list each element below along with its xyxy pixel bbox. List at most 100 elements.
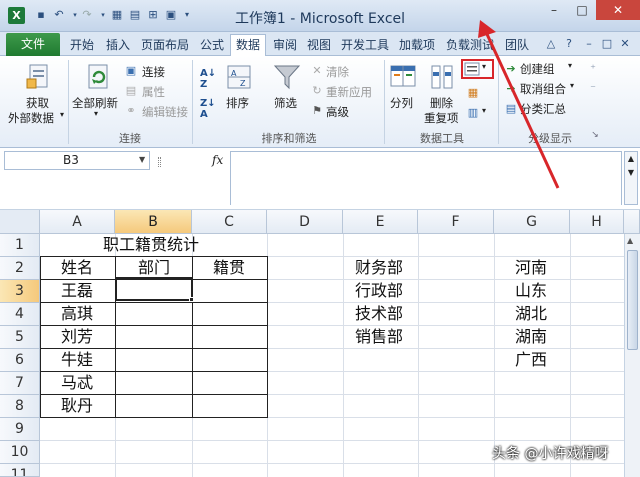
active-cell-b3[interactable] bbox=[115, 277, 193, 301]
table-title-cell[interactable]: 职工籍贯统计 bbox=[103, 234, 199, 256]
column-header-f[interactable]: F bbox=[418, 210, 494, 234]
header-name-cell[interactable]: 姓名 bbox=[61, 257, 93, 279]
row-header-10[interactable]: 10 bbox=[0, 441, 40, 464]
row-header-7[interactable]: 7 bbox=[0, 372, 40, 395]
table-border bbox=[40, 417, 267, 418]
row-header-6[interactable]: 6 bbox=[0, 349, 40, 372]
group-label-connections: 连接 bbox=[119, 132, 141, 145]
workbook-restore-icon[interactable]: □ bbox=[600, 37, 614, 51]
get-external-data-icon bbox=[26, 64, 48, 89]
row-header-8[interactable]: 8 bbox=[0, 395, 40, 418]
get-external-data-dropdown-icon[interactable]: ▾ bbox=[60, 110, 64, 119]
province-cell[interactable]: 湖南 bbox=[515, 326, 547, 348]
expand-formula-bar-icon[interactable]: ▲ ▼ bbox=[624, 151, 638, 205]
department-cell[interactable]: 财务部 bbox=[355, 257, 403, 279]
reapply-icon: ↻ bbox=[312, 84, 322, 97]
row-header-5[interactable]: 5 bbox=[0, 326, 40, 349]
province-cell[interactable]: 河南 bbox=[515, 257, 547, 279]
tab-review[interactable]: 审阅 bbox=[268, 36, 302, 56]
tab-developer[interactable]: 开发工具 bbox=[336, 36, 394, 56]
workbook-close-icon[interactable]: ✕ bbox=[618, 37, 632, 51]
tab-insert[interactable]: 插入 bbox=[100, 36, 136, 56]
row-header-2[interactable]: 2 bbox=[0, 257, 40, 280]
advanced-filter-icon: ⚑ bbox=[312, 104, 322, 117]
name-cell[interactable]: 刘芳 bbox=[61, 326, 93, 348]
scrollbar-thumb[interactable] bbox=[627, 250, 638, 350]
remove-duplicates-label-2[interactable]: 重复项 bbox=[424, 110, 459, 126]
insert-function-icon[interactable]: fx bbox=[212, 153, 223, 167]
tab-data[interactable]: 数据 bbox=[230, 34, 266, 57]
tab-file[interactable]: 文件 bbox=[6, 33, 60, 56]
get-external-data-label-2[interactable]: 外部数据 bbox=[8, 110, 54, 126]
show-detail-icon[interactable]: ⁺ bbox=[586, 62, 600, 76]
watermark-text: 头条 @小许戏精呀 bbox=[492, 446, 609, 462]
sort-icon: A Z bbox=[227, 65, 251, 89]
tab-page-layout[interactable]: 页面布局 bbox=[136, 36, 194, 56]
fill-handle[interactable] bbox=[189, 297, 194, 302]
edit-links-button[interactable]: 编辑链接 bbox=[142, 104, 188, 120]
province-cell[interactable]: 山东 bbox=[515, 280, 547, 302]
department-cell[interactable]: 销售部 bbox=[355, 326, 403, 348]
minimize-button[interactable]: – bbox=[540, 0, 568, 20]
group-separator bbox=[384, 60, 385, 144]
split-box[interactable] bbox=[624, 210, 640, 234]
name-cell[interactable]: 耿丹 bbox=[61, 395, 93, 417]
column-header-g[interactable]: G bbox=[494, 210, 570, 234]
province-cell[interactable]: 湖北 bbox=[515, 303, 547, 325]
department-cell[interactable]: 技术部 bbox=[355, 303, 403, 325]
column-header-d[interactable]: D bbox=[267, 210, 343, 234]
properties-button[interactable]: 属性 bbox=[142, 84, 165, 100]
name-box[interactable]: B3 bbox=[4, 151, 150, 170]
column-header-c[interactable]: C bbox=[192, 210, 267, 234]
tab-formulas[interactable]: 公式 bbox=[194, 36, 230, 56]
maximize-button[interactable]: □ bbox=[568, 0, 596, 20]
name-box-dropdown-icon[interactable]: ▼ bbox=[139, 155, 145, 164]
sort-descending-icon[interactable]: Z↓ A bbox=[200, 98, 216, 120]
name-cell[interactable]: 牛娃 bbox=[61, 349, 93, 371]
workbook-minimize-icon[interactable]: – bbox=[582, 37, 596, 51]
get-external-data-label-1[interactable]: 获取 bbox=[26, 95, 49, 111]
name-cell[interactable]: 王磊 bbox=[61, 280, 93, 302]
table-border bbox=[267, 256, 268, 418]
clear-icon: ✕ bbox=[312, 64, 322, 77]
tab-add-ins[interactable]: 加载项 bbox=[394, 36, 440, 56]
column-header-e[interactable]: E bbox=[343, 210, 418, 234]
header-dept-cell[interactable]: 部门 bbox=[138, 257, 170, 279]
dialog-launcher-icon[interactable]: ↘ bbox=[588, 128, 602, 142]
connections-button[interactable]: 连接 bbox=[142, 64, 165, 80]
sort-button[interactable]: 排序 bbox=[226, 95, 249, 111]
advanced-button[interactable]: 高级 bbox=[326, 104, 349, 120]
row-header-1[interactable]: 1 bbox=[0, 234, 40, 257]
column-header-b[interactable]: B bbox=[115, 210, 192, 234]
tab-view[interactable]: 视图 bbox=[302, 36, 336, 56]
row-header-3[interactable]: 3 bbox=[0, 280, 40, 303]
remove-duplicates-label-1[interactable]: 删除 bbox=[430, 95, 453, 111]
sort-ascending-icon[interactable]: A↓ Z bbox=[200, 68, 216, 90]
text-to-columns-icon bbox=[390, 65, 416, 87]
column-header-h[interactable]: H bbox=[570, 210, 624, 234]
column-header-a[interactable]: A bbox=[40, 210, 115, 234]
select-all-corner[interactable] bbox=[0, 210, 40, 234]
close-button[interactable]: ✕ bbox=[596, 0, 640, 20]
group-separator bbox=[68, 60, 69, 144]
refresh-all-dropdown-icon[interactable]: ▾ bbox=[94, 109, 98, 118]
row-header-9[interactable]: 9 bbox=[0, 418, 40, 441]
row-header-11[interactable]: 11 bbox=[0, 464, 40, 477]
ungroup-dropdown-icon[interactable]: ▾ bbox=[570, 81, 574, 90]
splitter-handle[interactable] bbox=[158, 157, 161, 167]
tab-home[interactable]: 开始 bbox=[64, 36, 100, 56]
header-origin-cell[interactable]: 籍贯 bbox=[213, 257, 245, 279]
department-cell[interactable]: 行政部 bbox=[355, 280, 403, 302]
hide-detail-icon[interactable]: ⁻ bbox=[586, 82, 600, 96]
name-cell[interactable]: 高琪 bbox=[61, 303, 93, 325]
clear-button[interactable]: 清除 bbox=[326, 64, 349, 80]
text-to-columns-button[interactable]: 分列 bbox=[390, 95, 413, 111]
reapply-button[interactable]: 重新应用 bbox=[326, 84, 372, 100]
filter-button[interactable]: 筛选 bbox=[274, 95, 297, 111]
edit-links-icon: ⚭ bbox=[126, 104, 136, 117]
scroll-up-icon[interactable]: ▲ bbox=[627, 236, 633, 245]
vertical-scrollbar[interactable]: ▲ bbox=[624, 234, 640, 477]
row-header-4[interactable]: 4 bbox=[0, 303, 40, 326]
province-cell[interactable]: 广西 bbox=[515, 349, 547, 371]
name-cell[interactable]: 马忒 bbox=[61, 372, 93, 394]
